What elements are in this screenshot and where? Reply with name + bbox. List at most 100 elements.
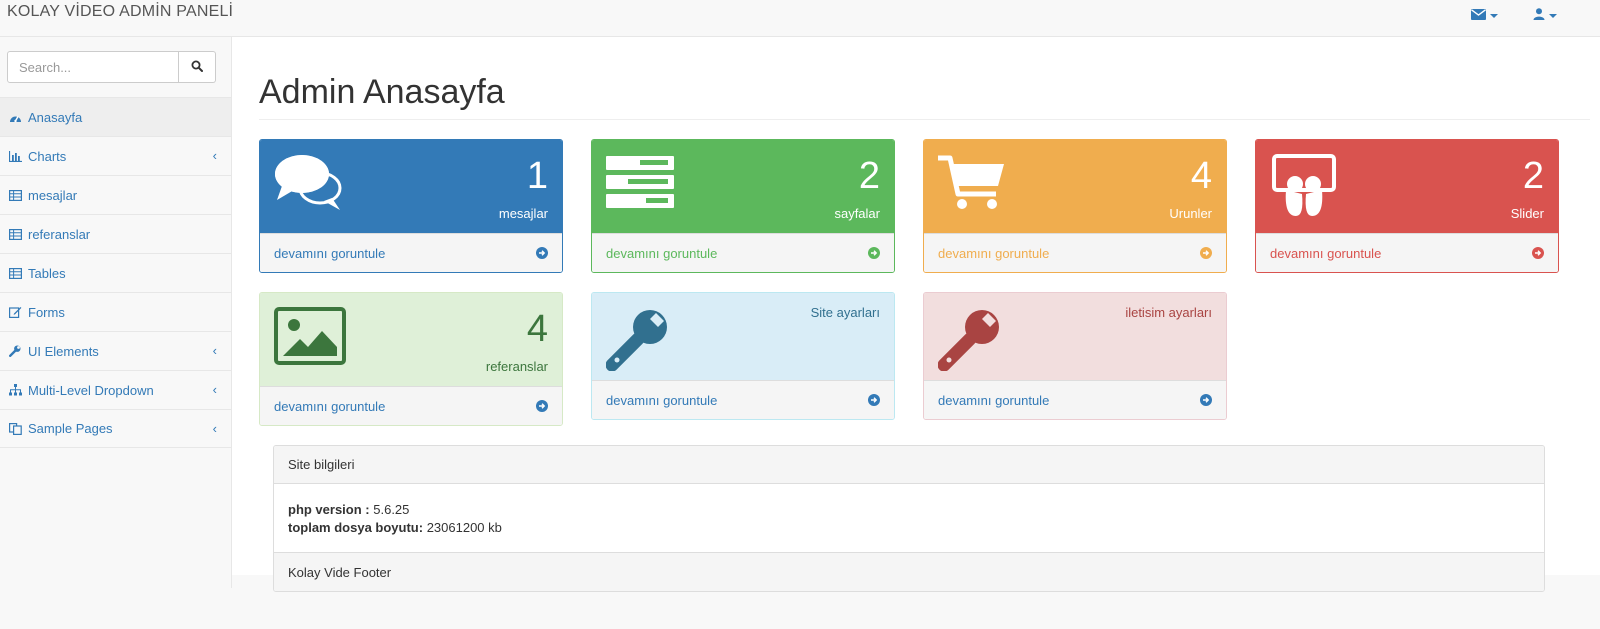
picture-icon <box>274 307 346 368</box>
sidebar-item-label: Charts <box>28 148 67 164</box>
file-size-value: 23061200 kb <box>426 520 502 535</box>
sidebar-item-forms[interactable]: Forms <box>0 292 231 331</box>
sidebar-item-label: Sample Pages <box>28 421 113 436</box>
card-footer-link[interactable]: devamını goruntule <box>592 233 894 272</box>
card-link-text: devamını goruntule <box>938 392 1050 408</box>
arrow-circle-right-icon <box>868 247 880 259</box>
card-footer-link[interactable]: devamını goruntule <box>1256 233 1558 272</box>
page-title: Admin Anasayfa <box>259 73 505 111</box>
user-dropdown[interactable] <box>1533 8 1557 23</box>
card-label: Slider <box>1510 206 1544 221</box>
search-input[interactable] <box>7 51 179 83</box>
wrench-icon <box>605 307 670 374</box>
card-header: 1 mesajlar <box>260 140 562 234</box>
card-footer-link[interactable]: devamını goruntule <box>592 380 894 419</box>
arrow-circle-right-icon <box>536 400 548 412</box>
card-count: 2 <box>858 155 880 197</box>
dashboard-icon <box>8 110 22 124</box>
sidebar-item-charts[interactable]: Charts ‹ <box>0 136 231 175</box>
wrench-icon <box>937 307 1002 374</box>
card-iletisim-ayarlari: iletisim ayarları devamını goruntule <box>923 292 1227 420</box>
card-label: sayfalar <box>834 206 880 221</box>
table-icon <box>8 188 22 202</box>
sidebar-item-label: Multi-Level Dropdown <box>28 382 154 398</box>
card-header: 2 sayfalar <box>592 140 894 234</box>
card-count: 2 <box>1522 155 1544 197</box>
site-info-heading: Site bilgileri <box>274 446 1544 484</box>
card-label: referanslar <box>485 359 548 374</box>
bar-chart-icon <box>8 149 22 163</box>
card-header: iletisim ayarları <box>924 293 1226 381</box>
card-label: Urunler <box>1169 206 1212 221</box>
chevron-left-icon: ‹ <box>212 148 217 163</box>
card-link-text: devamını goruntule <box>274 398 386 414</box>
chevron-left-icon: ‹ <box>212 343 217 358</box>
envelope-icon <box>1471 8 1486 23</box>
slideshare-icon <box>1270 154 1338 221</box>
card-slider: 2 Slider devamını goruntule <box>1255 139 1559 273</box>
edit-icon <box>8 305 22 319</box>
sidebar-item-mesajlar[interactable]: mesajlar <box>0 175 231 214</box>
card-footer-link[interactable]: devamını goruntule <box>924 380 1226 419</box>
arrow-circle-right-icon <box>536 247 548 259</box>
sidebar-item-multi-level-dropdown[interactable]: Multi-Level Dropdown ‹ <box>0 370 231 409</box>
chevron-left-icon: ‹ <box>212 382 217 397</box>
sidebar-item-anasayfa[interactable]: Anasayfa <box>0 97 231 136</box>
wrench-icon <box>8 344 22 358</box>
search-button[interactable] <box>179 51 216 83</box>
card-footer-link[interactable]: devamını goruntule <box>260 233 562 272</box>
card-sayfalar: 2 sayfalar devamını goruntule <box>591 139 895 273</box>
card-count: 4 <box>1190 155 1212 197</box>
card-urunler: 4 Urunler devamını goruntule <box>923 139 1227 273</box>
sidebar-item-label: referanslar <box>28 226 91 242</box>
card-link-text: devamını goruntule <box>274 245 386 261</box>
arrow-circle-right-icon <box>1200 247 1212 259</box>
card-header: 2 Slider <box>1256 140 1558 234</box>
sidebar-item-referanslar[interactable]: referanslar <box>0 214 231 253</box>
sidebar-item-label: Anasayfa <box>28 109 83 125</box>
sidebar-item-tables[interactable]: Tables <box>0 253 231 292</box>
chevron-left-icon: ‹ <box>212 421 217 436</box>
messages-dropdown[interactable] <box>1471 8 1498 23</box>
table-icon <box>8 266 22 280</box>
sidebar-search <box>7 51 216 83</box>
card-header: Site ayarları <box>592 293 894 381</box>
main-content: Admin Anasayfa 1 mesajlar devamını gorun… <box>232 37 1600 592</box>
php-version-label: php version : <box>288 502 370 517</box>
shopping-cart-icon <box>938 154 1006 215</box>
sidebar-item-ui-elements[interactable]: UI Elements ‹ <box>0 331 231 370</box>
card-link-text: devamını goruntule <box>1270 245 1382 261</box>
search-icon <box>191 60 203 75</box>
site-info-body: php version : 5.6.25 toplam dosya boyutu… <box>274 484 1544 537</box>
sidebar: Anasayfa Charts ‹ mesajlar referanslar <box>0 37 232 588</box>
comments-icon <box>274 154 344 215</box>
sitemap-icon <box>8 383 22 397</box>
card-header: 4 Urunler <box>924 140 1226 234</box>
sidebar-menu: Anasayfa Charts ‹ mesajlar referanslar T… <box>0 97 231 448</box>
arrow-circle-right-icon <box>1200 394 1212 406</box>
card-label: mesajlar <box>498 206 548 221</box>
sidebar-item-sample-pages[interactable]: Sample Pages ‹ <box>0 409 231 448</box>
files-icon <box>8 422 22 436</box>
table-icon <box>8 227 22 241</box>
arrow-circle-right-icon <box>868 394 880 406</box>
card-link-text: devamını goruntule <box>938 245 1050 261</box>
file-size-label: toplam dosya boyutu: <box>288 520 424 535</box>
brand-title[interactable]: KOLAY VİDEO ADMİN PANELİ <box>7 3 233 21</box>
site-info-footer: Kolay Vide Footer <box>274 552 1544 591</box>
card-site-ayarlari: Site ayarları devamını goruntule <box>591 292 895 420</box>
card-count: 4 <box>526 308 548 350</box>
card-header: 4 referanslar <box>260 293 562 387</box>
chevron-down-icon <box>1549 13 1557 18</box>
card-footer-link[interactable]: devamını goruntule <box>924 233 1226 272</box>
chevron-down-icon <box>1490 13 1498 18</box>
site-info-panel: Site bilgileri php version : 5.6.25 topl… <box>273 445 1545 592</box>
file-size-row: toplam dosya boyutu: 23061200 kb <box>288 519 1530 537</box>
sidebar-item-label: Forms <box>28 304 65 320</box>
card-label: Site ayarları <box>810 305 880 320</box>
tasks-icon <box>606 154 676 213</box>
user-icon <box>1533 8 1545 23</box>
card-footer-link[interactable]: devamını goruntule <box>260 386 562 425</box>
title-divider <box>259 119 1590 120</box>
top-navbar: KOLAY VİDEO ADMİN PANELİ <box>0 0 1600 37</box>
